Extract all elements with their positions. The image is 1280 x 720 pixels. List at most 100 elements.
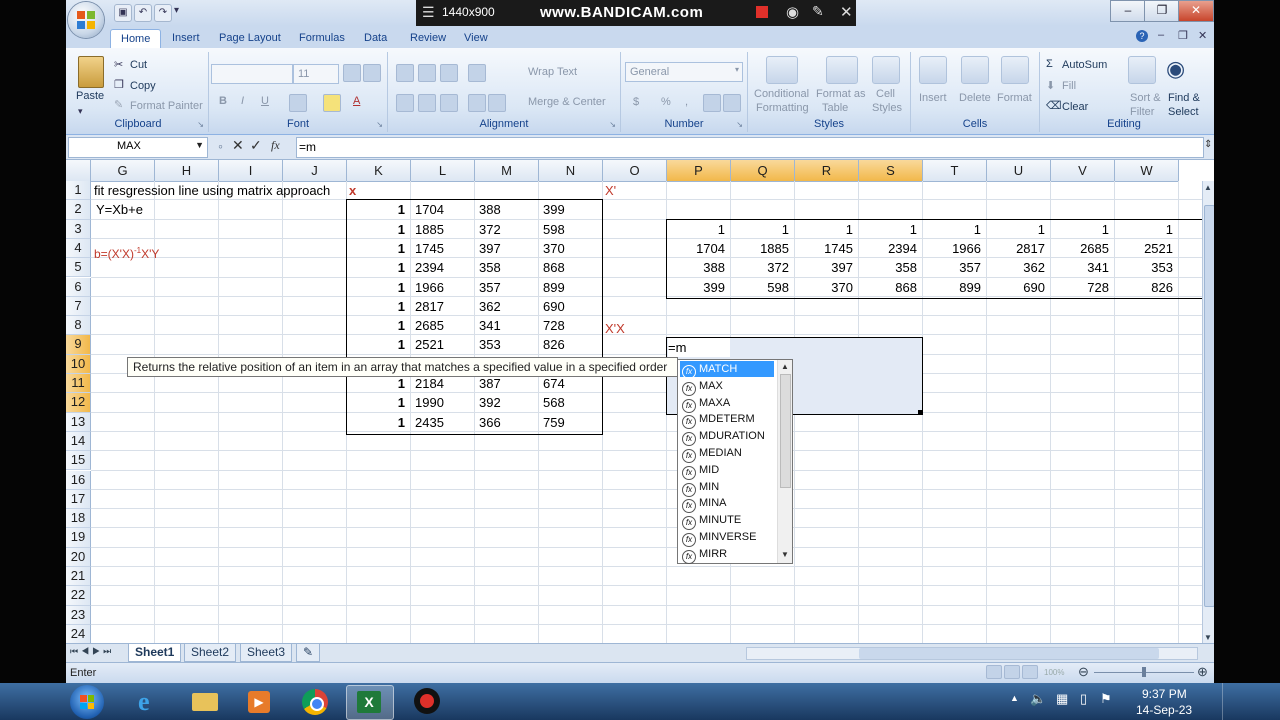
scroll-down-icon[interactable]: ▼ [1204,633,1212,642]
autocomplete-item-mina[interactable]: fx MINA [680,495,774,514]
xt-matrix-cell[interactable]: 1 [1051,220,1109,239]
autocomplete-item-mirr[interactable]: fx MIRR [680,546,774,564]
row-header-17[interactable]: 17 [66,489,91,510]
x-matrix-cell[interactable]: 1966 [415,278,473,297]
formula-input[interactable]: =m [296,137,1204,158]
network-icon[interactable]: ▦ [1056,691,1068,707]
xt-matrix-cell[interactable]: 353 [1115,258,1173,277]
tray-expand-icon[interactable]: ▲ [1010,693,1019,703]
orientation-icon[interactable] [468,64,486,82]
media-player-icon[interactable]: ▶ [236,685,282,718]
percent-button[interactable]: % [661,96,671,108]
decrease-decimal-icon[interactable] [723,94,741,112]
insert-function-icon[interactable]: fx [271,138,280,153]
x-matrix-cell[interactable]: 2817 [415,297,473,316]
x-matrix-cell[interactable]: 1 [347,200,405,219]
paste-button[interactable]: Paste [76,90,104,102]
column-header-g[interactable]: G [91,160,155,182]
normal-view-icon[interactable] [986,665,1002,679]
restore-button[interactable]: ❐ [1144,0,1180,22]
column-header-k[interactable]: K [347,160,411,182]
page-layout-view-icon[interactable] [1004,665,1020,679]
font-name-box[interactable] [211,64,293,84]
ribbon-restore-icon[interactable]: ❐ [1178,29,1188,42]
x-matrix-cell[interactable]: 1 [347,258,405,277]
show-desktop-button[interactable] [1222,683,1235,720]
row-header-6[interactable]: 6 [66,277,91,297]
tab-data[interactable]: Data [354,29,397,48]
x-matrix-cell[interactable]: 1 [347,413,405,432]
customize-qat-icon[interactable]: ▾ [174,5,179,16]
format-as-table-icon[interactable] [826,56,858,84]
fill-color-icon[interactable] [323,94,341,112]
action-center-icon[interactable]: ⚑ [1100,691,1112,707]
x-matrix-cell[interactable]: 370 [543,239,601,258]
xt-matrix-cell[interactable]: 388 [667,258,725,277]
row-header-1[interactable]: 1 [66,181,91,201]
increase-indent-icon[interactable] [488,94,506,112]
border-icon[interactable] [289,94,307,112]
sheet-nav-icons[interactable]: ⏮◀▶⏭ [70,646,114,657]
x-matrix-cell[interactable]: 1 [347,220,405,239]
x-matrix-cell[interactable]: 2394 [415,258,473,277]
autocomplete-item-minverse[interactable]: fx MINVERSE [680,529,774,547]
row-header-4[interactable]: 4 [66,238,91,259]
cell-styles-button-line2[interactable]: Styles [872,102,902,114]
xt-matrix-cell[interactable]: 899 [923,278,981,297]
row-header-2[interactable]: 2 [66,200,91,220]
x-matrix-cell[interactable]: 568 [543,393,601,412]
autocomplete-item-mduration[interactable]: fx MDURATION [680,428,774,447]
tab-page-layout[interactable]: Page Layout [209,29,291,48]
x-matrix-cell[interactable]: 2685 [415,316,473,335]
column-header-l[interactable]: L [411,160,475,182]
xt-matrix-cell[interactable]: 1885 [731,239,789,258]
undo-icon[interactable]: ↶ [134,4,152,22]
row-header-24[interactable]: 24 [66,624,91,645]
x-matrix-cell[interactable]: 372 [479,220,537,239]
format-cells-button[interactable]: Format [997,92,1032,104]
sort-filter-icon[interactable] [1128,56,1156,84]
xt-matrix-cell[interactable]: 2685 [1051,239,1109,258]
row-header-12[interactable]: 12 [66,393,91,413]
column-header-j[interactable]: J [283,160,347,182]
name-box[interactable]: MAX ▼ [68,137,208,158]
find-select-button[interactable]: Find & [1168,92,1200,104]
sort-filter-button[interactable]: Sort & [1130,92,1161,104]
xt-matrix-cell[interactable]: 358 [859,258,917,277]
function-autocomplete-list[interactable]: fx MATCH fx MAX fx MAXA fx MDETERM fx MDURATION fx… [677,359,793,564]
scroll-up-icon[interactable]: ▲ [1204,183,1212,192]
horizontal-scroll-thumb[interactable] [859,648,1159,659]
insert-cells-button[interactable]: Insert [919,92,947,104]
format-painter-button[interactable]: Format Painter [130,100,203,112]
excel-taskbar-icon[interactable]: X [346,685,394,720]
clear-button[interactable]: Clear [1062,101,1088,113]
x-matrix-cell[interactable]: 1 [347,393,405,412]
delete-cells-icon[interactable] [961,56,989,84]
xt-matrix-cell[interactable]: 2817 [987,239,1045,258]
explorer-icon[interactable] [182,685,228,718]
underline-icon[interactable]: U [261,95,269,107]
column-header-q[interactable]: Q [731,160,795,182]
row-header-23[interactable]: 23 [66,605,91,625]
xt-matrix-cell[interactable]: 728 [1051,278,1109,297]
row-header-16[interactable]: 16 [66,470,91,490]
conditional-formatting-icon[interactable] [766,56,798,84]
grow-font-icon[interactable] [343,64,361,82]
worksheet-grid[interactable]: GHIJKLMNOPQRSTUVW 1 2 3 4 5 6 7 8 9 10 11 12 13 14 15 1… [66,160,1214,646]
zoom-level[interactable]: 100% [1044,668,1064,677]
font-color-icon[interactable]: A [353,95,360,107]
x-matrix-cell[interactable]: 899 [543,278,601,297]
minimize-button[interactable]: – [1110,0,1146,22]
name-box-dropdown-icon[interactable]: ▼ [195,140,204,150]
xt-matrix-cell[interactable]: 1 [987,220,1045,239]
format-as-table-button-line2[interactable]: Table [822,102,848,114]
row-header-7[interactable]: 7 [66,296,91,317]
align-left-icon[interactable] [396,94,414,112]
autocomplete-item-maxa[interactable]: fx MAXA [680,395,774,413]
x-matrix-cell[interactable]: 826 [543,335,601,354]
power-icon[interactable]: ▯ [1080,691,1087,707]
row-header-8[interactable]: 8 [66,316,91,336]
xt-matrix-cell[interactable]: 1 [1115,220,1173,239]
help-icon[interactable]: ? [1136,30,1148,42]
autocomplete-scroll-thumb[interactable] [780,374,791,488]
